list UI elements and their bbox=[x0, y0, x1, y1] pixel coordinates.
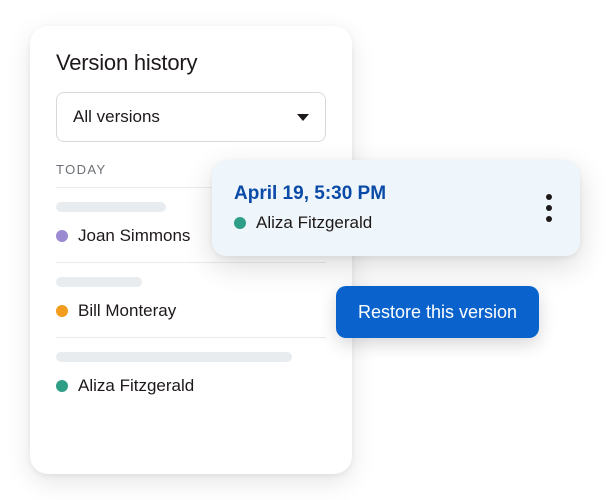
author-name: Aliza Fitzgerald bbox=[78, 376, 194, 396]
skeleton-line bbox=[56, 352, 292, 362]
version-author: Aliza Fitzgerald bbox=[56, 376, 326, 396]
author-dot-icon bbox=[234, 217, 246, 229]
panel-title: Version history bbox=[56, 50, 326, 76]
kebab-dot-icon bbox=[546, 205, 552, 211]
chevron-down-icon bbox=[297, 114, 309, 121]
more-options-button[interactable] bbox=[540, 188, 558, 228]
filter-dropdown[interactable]: All versions bbox=[56, 92, 326, 142]
version-author: Bill Monteray bbox=[56, 301, 326, 321]
author-dot-icon bbox=[56, 230, 68, 242]
version-row[interactable]: Bill Monteray bbox=[56, 262, 326, 337]
version-timestamp: April 19, 5:30 PM bbox=[234, 183, 386, 205]
filter-label: All versions bbox=[73, 107, 160, 127]
kebab-dot-icon bbox=[546, 216, 552, 222]
author-dot-icon bbox=[56, 305, 68, 317]
version-author: Aliza Fitzgerald bbox=[234, 213, 386, 233]
skeleton-line bbox=[56, 277, 142, 287]
restore-version-button[interactable]: Restore this version bbox=[336, 286, 539, 338]
author-name: Bill Monteray bbox=[78, 301, 176, 321]
skeleton-line bbox=[56, 202, 166, 212]
version-row[interactable]: Aliza Fitzgerald bbox=[56, 337, 326, 412]
kebab-dot-icon bbox=[546, 194, 552, 200]
author-name: Joan Simmons bbox=[78, 226, 190, 246]
author-name: Aliza Fitzgerald bbox=[256, 213, 372, 233]
version-detail-popover: April 19, 5:30 PM Aliza Fitzgerald bbox=[212, 160, 580, 256]
author-dot-icon bbox=[56, 380, 68, 392]
